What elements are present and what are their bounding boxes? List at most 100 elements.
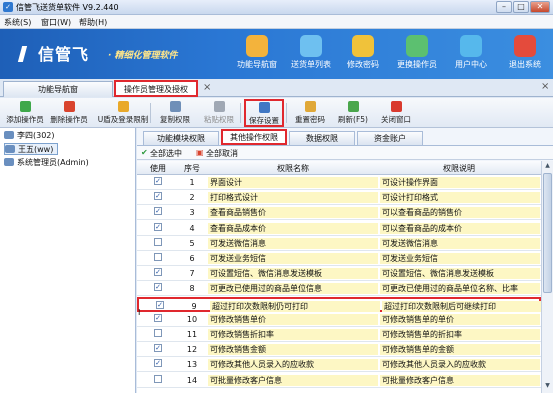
- use-checkbox[interactable]: ✓: [156, 300, 164, 309]
- lock-icon: [352, 35, 374, 57]
- logo-text: 信管飞: [38, 45, 90, 64]
- use-checkbox[interactable]: ✓: [154, 313, 162, 322]
- user-icon: [4, 158, 14, 166]
- permission-name: 可更改已使用过的商品单位信息: [208, 283, 378, 295]
- table-row[interactable]: ✓ 3 查看商品销售价 可以查看商品的销售价: [137, 205, 541, 221]
- operator-label: 系统管理员(Admin): [17, 158, 89, 167]
- select-all-button[interactable]: 全部选中: [150, 148, 182, 159]
- permission-desc: 可修改销售单的折扣率: [380, 329, 540, 340]
- use-checkbox[interactable]: ✓: [154, 344, 162, 353]
- permission-name: 查看商品成本价: [208, 222, 378, 234]
- table-row[interactable]: ✓ 7 可设置短信、微信消息发送模板 可设置短信、微信消息发送模板: [137, 266, 541, 282]
- nav-button-4[interactable]: 用户中心: [446, 32, 496, 76]
- permission-name: 界面设计: [208, 177, 378, 188]
- subtab-fund-accounts[interactable]: 资金账户: [357, 131, 423, 145]
- operator-item-lisi[interactable]: 李四(302): [4, 130, 55, 142]
- toolbar-button-2[interactable]: U盾及登录限制: [94, 100, 152, 126]
- use-checkbox[interactable]: ✓: [154, 207, 162, 216]
- toolbar-label: 粘贴权限: [204, 115, 234, 124]
- use-checkbox[interactable]: [154, 237, 162, 246]
- toolbar-button-1[interactable]: 删除操作员: [48, 100, 90, 126]
- col-name[interactable]: 权限名称: [207, 163, 379, 174]
- use-checkbox[interactable]: ✓: [154, 283, 162, 292]
- scroll-down-icon[interactable]: ▼: [543, 382, 552, 391]
- menu-help[interactable]: 帮助(H): [79, 17, 107, 28]
- key-icon: [304, 101, 316, 112]
- toolbar-button-0[interactable]: 添加操作员: [4, 100, 46, 126]
- toolbar-button-7[interactable]: 刷新(F5): [334, 100, 372, 126]
- subtab-data-permissions[interactable]: 数据权限: [289, 131, 355, 145]
- table-row[interactable]: 11 可修改销售折扣率 可修改销售单的折扣率: [137, 327, 541, 342]
- minimize-button[interactable]: –: [496, 1, 512, 13]
- use-checkbox[interactable]: ✓: [154, 222, 162, 231]
- nav-button-2[interactable]: 修改密码: [338, 32, 388, 76]
- use-checkbox[interactable]: ✓: [154, 268, 162, 277]
- user-icon: [5, 145, 15, 153]
- row-number: 14: [186, 375, 198, 385]
- app-slogan: · 精细化管理软件: [108, 51, 178, 61]
- maximize-button[interactable]: □: [513, 1, 529, 13]
- nav-label: 修改密码: [347, 60, 379, 69]
- use-checkbox[interactable]: [154, 253, 162, 261]
- scroll-up-icon[interactable]: ▲: [543, 162, 552, 171]
- toolbar-button-5[interactable]: 保存设置: [244, 99, 284, 127]
- col-no[interactable]: 序号: [177, 163, 207, 174]
- table-row[interactable]: ✓ 2 打印格式设计 可设计打印格式: [137, 190, 541, 206]
- logo-mark-icon: [17, 46, 37, 62]
- toolbar-label: 重置密码: [295, 115, 325, 124]
- nav-button-3[interactable]: 更换操作员: [392, 32, 442, 76]
- close-button[interactable]: ✕: [530, 1, 550, 13]
- tab-navigation[interactable]: 功能导航窗: [3, 81, 113, 97]
- table-row[interactable]: 14 可批量修改客户信息 可批量修改客户信息: [137, 373, 541, 388]
- table-row[interactable]: 5 可发送微信消息 可发送微信消息: [137, 236, 541, 251]
- operator-item-admin[interactable]: 系统管理员(Admin): [4, 157, 89, 169]
- permission-desc: 超过打印次数限制后可继续打印: [382, 300, 542, 312]
- table-row[interactable]: ✓ 12 可修改销售金额 可修改销售单的金额: [137, 342, 541, 358]
- col-desc[interactable]: 权限说明: [379, 163, 539, 174]
- nav-label: 更换操作员: [397, 60, 437, 69]
- shield-icon: [117, 101, 129, 112]
- menu-system[interactable]: 系统(S): [4, 17, 31, 28]
- toolbar-button-6[interactable]: 重置密码: [290, 100, 330, 126]
- table-row[interactable]: ✓ 4 查看商品成本价 可以查看商品的成本价: [137, 221, 541, 236]
- tab-close-icon[interactable]: ×: [203, 82, 211, 93]
- panel-close-icon[interactable]: ×: [541, 81, 549, 92]
- table-row[interactable]: 6 可发送业务短信 可发送业务短信: [137, 251, 541, 266]
- cancel-all-button[interactable]: 全部取消: [206, 148, 238, 159]
- use-checkbox[interactable]: ✓: [154, 177, 162, 185]
- use-checkbox[interactable]: ✓: [154, 359, 162, 368]
- power-icon: [514, 35, 536, 57]
- use-checkbox[interactable]: ✓: [154, 192, 162, 201]
- table-row[interactable]: ✓ 1 界面设计 可设计操作界面: [137, 175, 541, 190]
- operator-item-wangwu[interactable]: 王五(ww): [4, 143, 59, 155]
- menu-bar: 系统(S) 窗口(W) 帮助(H): [0, 15, 553, 29]
- globe-icon: [460, 35, 482, 57]
- scroll-thumb[interactable]: [543, 173, 552, 293]
- vertical-scrollbar[interactable]: ▲ ▼: [541, 161, 553, 393]
- menu-window[interactable]: 窗口(W): [41, 17, 71, 28]
- table-row[interactable]: ✓ 8 可更改已使用过的商品单位信息 可更改已使用过的商品单位名称、比率: [137, 281, 541, 297]
- subtab-module-permissions[interactable]: 功能模块权限: [143, 131, 219, 145]
- table-row[interactable]: ✓ 13 可修改其他人员录入的应收款 可修改其他人员录入的应收款: [137, 357, 541, 373]
- nav-button-5[interactable]: 退出系统: [500, 32, 550, 76]
- col-use[interactable]: 使用: [139, 163, 177, 174]
- use-checkbox[interactable]: [154, 374, 162, 383]
- row-number: 4: [189, 223, 195, 233]
- toolbar-button-4[interactable]: 粘贴权限: [198, 100, 240, 126]
- subtab-other-permissions[interactable]: 其他操作权限: [221, 129, 287, 145]
- nav-button-1[interactable]: 送货单列表: [286, 32, 336, 76]
- nav-button-0[interactable]: 功能导航窗: [232, 32, 282, 76]
- header-banner: 信管飞 · 精细化管理软件 功能导航窗 送货单列表 修改密码 更换操作员 用户中心 退出系…: [0, 29, 553, 79]
- toolbar-button-8[interactable]: 关闭窗口: [376, 100, 416, 126]
- tab-operator-management[interactable]: 操作员管理及授权: [114, 80, 198, 97]
- table-row[interactable]: ✓ 9 超过打印次数限制仍可打印 超过打印次数限制后可继续打印: [137, 296, 542, 312]
- use-checkbox[interactable]: [154, 329, 162, 337]
- toolbar-separator: [150, 103, 151, 123]
- row-number: 2: [189, 193, 195, 203]
- toolbar-separator: [240, 103, 241, 123]
- toolbar-button-3[interactable]: 复制权限: [154, 100, 196, 126]
- check-icon: ✔: [141, 148, 148, 157]
- app-logo: 信管飞: [17, 41, 90, 65]
- table-row[interactable]: ✓ 10 可修改销售单价 可修改销售单的单价: [137, 312, 541, 327]
- row-number: 3: [189, 208, 195, 218]
